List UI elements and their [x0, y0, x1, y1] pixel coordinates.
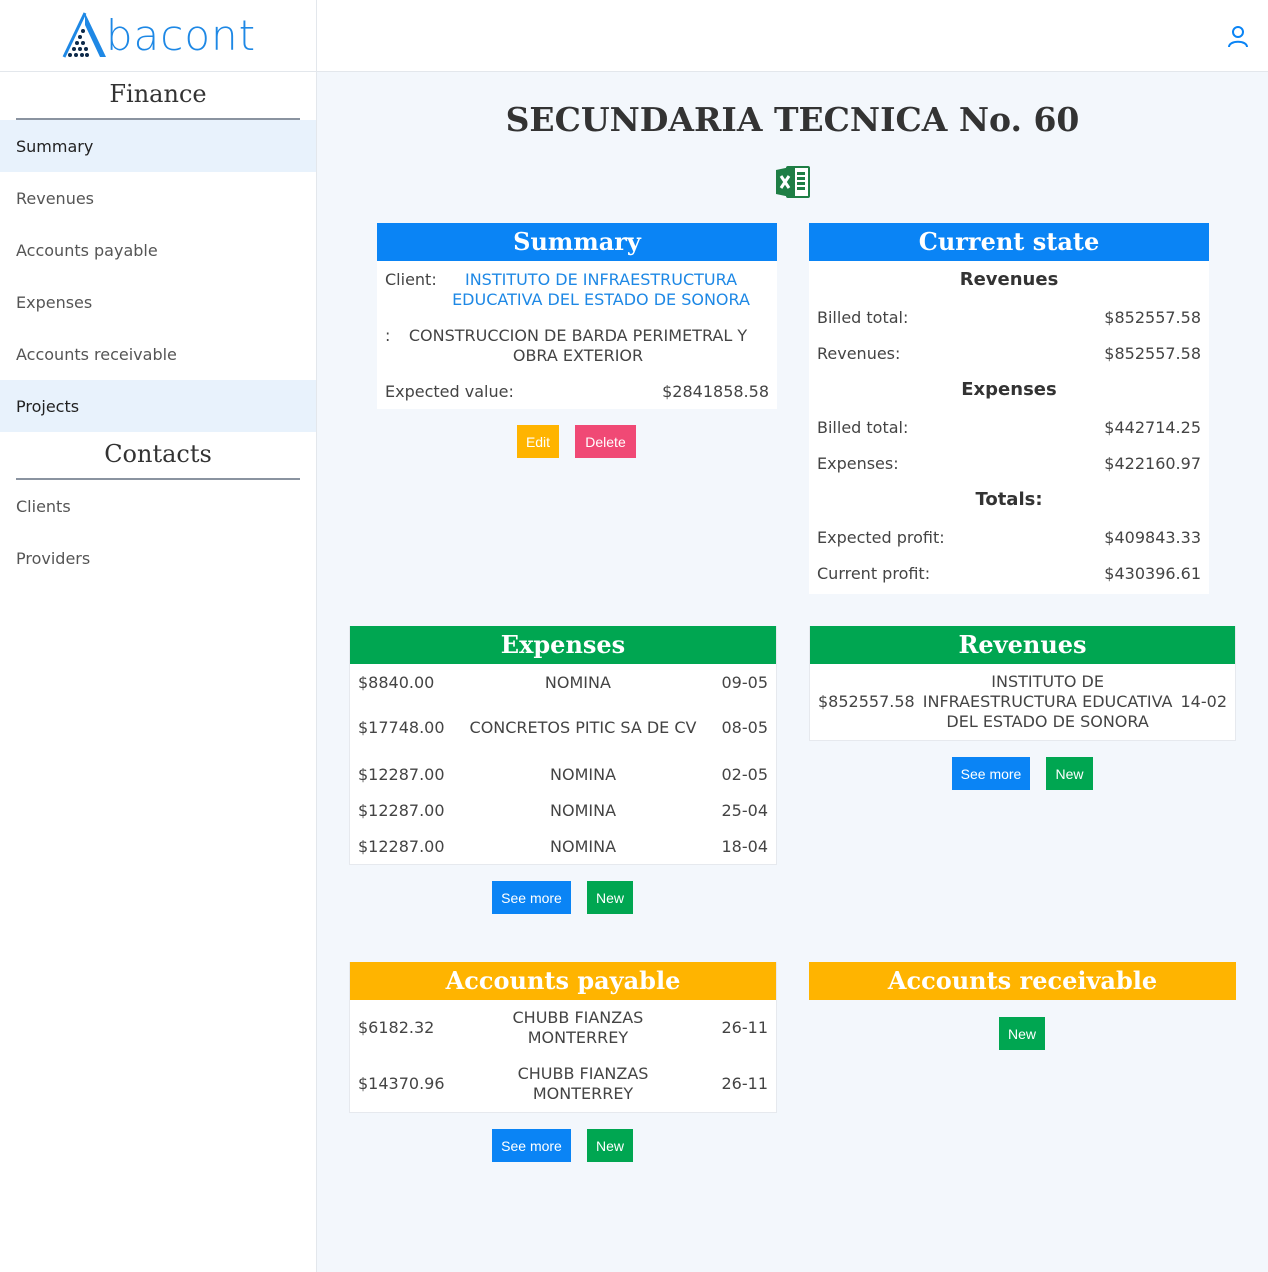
- payable-name: CHUBB FIANZAS MONTERREY: [512, 1008, 644, 1047]
- revenues-header: Revenues: [810, 626, 1235, 664]
- exp-billed-value: $442714.25: [1104, 417, 1201, 437]
- expense-date: 09-05: [721, 672, 769, 692]
- payable-amount: $14370.96: [358, 1074, 445, 1093]
- accounts-receivable-card: Accounts receivable: [809, 962, 1236, 1000]
- sidebar-item-providers[interactable]: Providers: [0, 532, 316, 584]
- description-label: :: [385, 326, 391, 345]
- expense-amount: $12287.00: [358, 836, 445, 856]
- payable-name: CHUBB FIANZAS MONTERREY: [517, 1064, 649, 1103]
- rev-billed-label: Billed total:: [817, 307, 909, 327]
- accounts-receivable-header: Accounts receivable: [809, 962, 1236, 1000]
- table-row[interactable]: $8840.00 NOMINA 09-05: [350, 664, 776, 700]
- expected-profit-label: Expected profit:: [817, 527, 945, 547]
- state-row: Expected profit: $409843.33: [809, 519, 1209, 555]
- payable-date: 26-11: [721, 1018, 769, 1037]
- expense-name: NOMINA: [550, 800, 617, 820]
- current-profit-label: Current profit:: [817, 563, 931, 583]
- excel-export-icon[interactable]: [775, 164, 811, 200]
- client-link[interactable]: INSTITUTO DE INFRAESTRUCTURA EDUCATIVA D…: [441, 270, 761, 310]
- sidebar-item-expenses[interactable]: Expenses: [0, 276, 316, 328]
- expense-date: 08-05: [721, 718, 769, 737]
- payable-see-more-button[interactable]: See more: [492, 1129, 571, 1162]
- logo-icon: [62, 11, 106, 58]
- sidebar-item-summary[interactable]: Summary: [0, 120, 316, 172]
- client-label: Client:: [385, 270, 437, 289]
- expenses-card: Expenses $8840.00 NOMINA 09-05 $17748.00…: [349, 626, 777, 865]
- expenses-label: Expenses:: [817, 453, 899, 473]
- payable-new-button[interactable]: New: [587, 1129, 633, 1162]
- user-icon[interactable]: [1226, 24, 1250, 48]
- expense-name: NOMINA: [550, 764, 617, 784]
- current-state-header: Current state: [809, 223, 1209, 261]
- state-row: Billed total: $852557.58: [809, 299, 1209, 335]
- sidebar: bacont Finance Summary Revenues Accounts…: [0, 0, 317, 1272]
- exp-billed-label: Billed total:: [817, 417, 909, 437]
- revenues-see-more-button[interactable]: See more: [952, 757, 1030, 790]
- table-row[interactable]: $12287.00 NOMINA 02-05: [350, 756, 776, 792]
- table-row[interactable]: $6182.32 CHUBB FIANZAS MONTERREY 26-11: [350, 1000, 776, 1056]
- totals-subheading: Totals:: [975, 489, 1043, 510]
- expense-name: CONCRETOS PITIC SA DE CV: [469, 718, 697, 737]
- expenses-value: $422160.97: [1104, 453, 1201, 473]
- sidebar-item-clients[interactable]: Clients: [0, 480, 316, 532]
- table-row[interactable]: $14370.96 CHUBB FIANZAS MONTERREY 26-11: [350, 1056, 776, 1112]
- table-row[interactable]: $17748.00 CONCRETOS PITIC SA DE CV 08-05: [350, 700, 776, 756]
- edit-button[interactable]: Edit: [517, 425, 559, 458]
- revenues-subheading: Revenues: [959, 269, 1059, 290]
- page-title: SECUNDARIA TECNICA No. 60: [505, 100, 1080, 139]
- state-row: Expenses: $422160.97: [809, 445, 1209, 481]
- revenue-amount: $852557.58: [818, 692, 915, 711]
- expense-amount: $17748.00: [358, 718, 445, 737]
- expenses-new-button[interactable]: New: [587, 881, 633, 914]
- expense-date: 25-04: [721, 800, 769, 820]
- sidebar-item-accounts-payable[interactable]: Accounts payable: [0, 224, 316, 276]
- expected-value-label: Expected value:: [385, 382, 514, 401]
- expense-amount: $12287.00: [358, 800, 445, 820]
- delete-button[interactable]: Delete: [575, 425, 636, 458]
- payable-date: 26-11: [721, 1074, 769, 1093]
- expense-amount: $12287.00: [358, 764, 445, 784]
- sidebar-item-accounts-receivable[interactable]: Accounts receivable: [0, 328, 316, 380]
- expenses-see-more-button[interactable]: See more: [492, 881, 571, 914]
- summary-header: Summary: [377, 223, 777, 261]
- current-profit-value: $430396.61: [1104, 563, 1201, 583]
- rev-billed-value: $852557.58: [1104, 307, 1201, 327]
- revenue-date: 14-02: [1180, 692, 1228, 711]
- revenues-label: Revenues:: [817, 343, 901, 363]
- expense-date: 02-05: [721, 764, 769, 784]
- revenues-value: $852557.58: [1104, 343, 1201, 363]
- state-row: Current profit: $430396.61: [809, 555, 1209, 591]
- logo-text: bacont: [105, 11, 257, 60]
- expense-date: 18-04: [721, 836, 769, 856]
- table-row[interactable]: $12287.00 NOMINA 18-04: [350, 828, 776, 864]
- expected-value: $2841858.58: [662, 382, 769, 401]
- finance-section-title: Finance: [16, 72, 300, 120]
- top-bar: [317, 0, 1268, 72]
- table-row[interactable]: $12287.00 NOMINA 25-04: [350, 792, 776, 828]
- expense-amount: $8840.00: [358, 672, 435, 692]
- state-row: Revenues: $852557.58: [809, 335, 1209, 371]
- accounts-payable-card: Accounts payable $6182.32 CHUBB FIANZAS …: [349, 962, 777, 1113]
- project-description: CONSTRUCCION DE BARDA PERIMETRAL Y OBRA …: [408, 326, 748, 365]
- table-row[interactable]: $852557.58 INSTITUTO DE INFRAESTRUCTURA …: [810, 664, 1235, 740]
- sidebar-item-revenues[interactable]: Revenues: [0, 172, 316, 224]
- revenue-name: INSTITUTO DE INFRAESTRUCTURA EDUCATIVA D…: [922, 672, 1173, 731]
- revenues-card: Revenues $852557.58 INSTITUTO DE INFRAES…: [809, 626, 1236, 741]
- state-row: Billed total: $442714.25: [809, 409, 1209, 445]
- revenues-new-button[interactable]: New: [1046, 757, 1093, 790]
- expense-name: NOMINA: [544, 672, 611, 692]
- payable-amount: $6182.32: [358, 1018, 435, 1037]
- app-logo[interactable]: bacont: [0, 0, 316, 72]
- current-state-card: Current state Revenues Billed total: $85…: [809, 223, 1209, 594]
- expenses-header: Expenses: [350, 626, 776, 664]
- summary-card: Summary Client: INSTITUTO DE INFRAESTRUC…: [377, 223, 777, 409]
- accounts-payable-header: Accounts payable: [350, 962, 776, 1000]
- receivable-new-button[interactable]: New: [999, 1017, 1045, 1050]
- sidebar-item-projects[interactable]: Projects: [0, 380, 316, 432]
- expected-profit-value: $409843.33: [1104, 527, 1201, 547]
- contacts-section-title: Contacts: [16, 432, 300, 480]
- expenses-subheading: Expenses: [961, 379, 1057, 400]
- expense-name: NOMINA: [550, 836, 617, 856]
